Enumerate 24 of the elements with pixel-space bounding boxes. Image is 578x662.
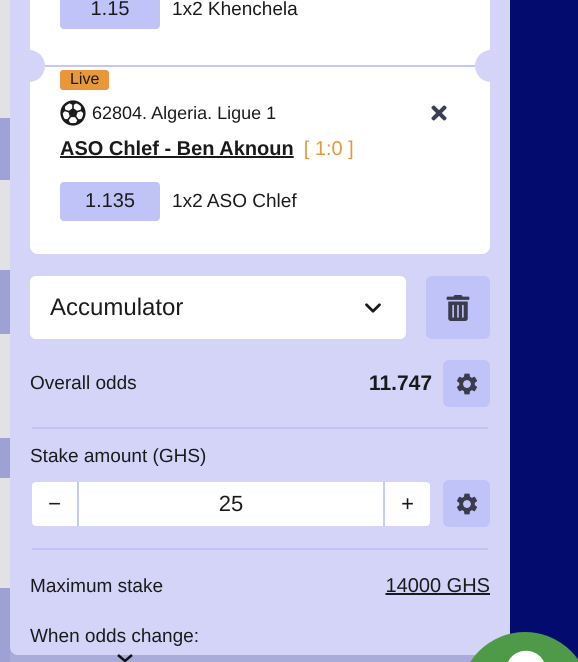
bet-type-dropdown[interactable]: Accumulator (30, 276, 406, 339)
match-link[interactable]: ASO Chlef - Ben Aknoun (60, 138, 294, 161)
stake-input[interactable]: 25 (77, 482, 385, 526)
odds-button[interactable]: 1.15 (60, 0, 160, 29)
stake-amount-label: Stake amount (GHS) (30, 446, 206, 468)
overall-odds-value: 11.747 (368, 372, 432, 396)
maximum-stake-link[interactable]: 14000 GHS (385, 575, 490, 598)
maximum-stake-label: Maximum stake (30, 576, 164, 598)
settings-button[interactable] (443, 480, 490, 527)
market-text: 1x2 ASO Chlef (172, 190, 297, 212)
delete-button[interactable] (426, 276, 490, 339)
odds-change-label: When odds change: (30, 626, 200, 648)
overall-odds-label: Overall odds (30, 372, 137, 394)
league-text: 62804. Algeria. Ligue 1 (92, 102, 278, 124)
live-badge: Live (60, 70, 110, 90)
caret-icon (116, 654, 134, 662)
trash-icon (445, 294, 471, 320)
decrease-button[interactable]: − (32, 482, 77, 526)
odds-button[interactable]: 1.135 (60, 182, 160, 221)
settings-button[interactable] (443, 360, 490, 407)
stake-stepper[interactable]: − 25 + (32, 482, 430, 526)
market-text: 1x2 Khenchela (172, 0, 298, 20)
increase-button[interactable]: + (385, 482, 430, 526)
score-text: [ 1:0 ] (304, 138, 354, 161)
